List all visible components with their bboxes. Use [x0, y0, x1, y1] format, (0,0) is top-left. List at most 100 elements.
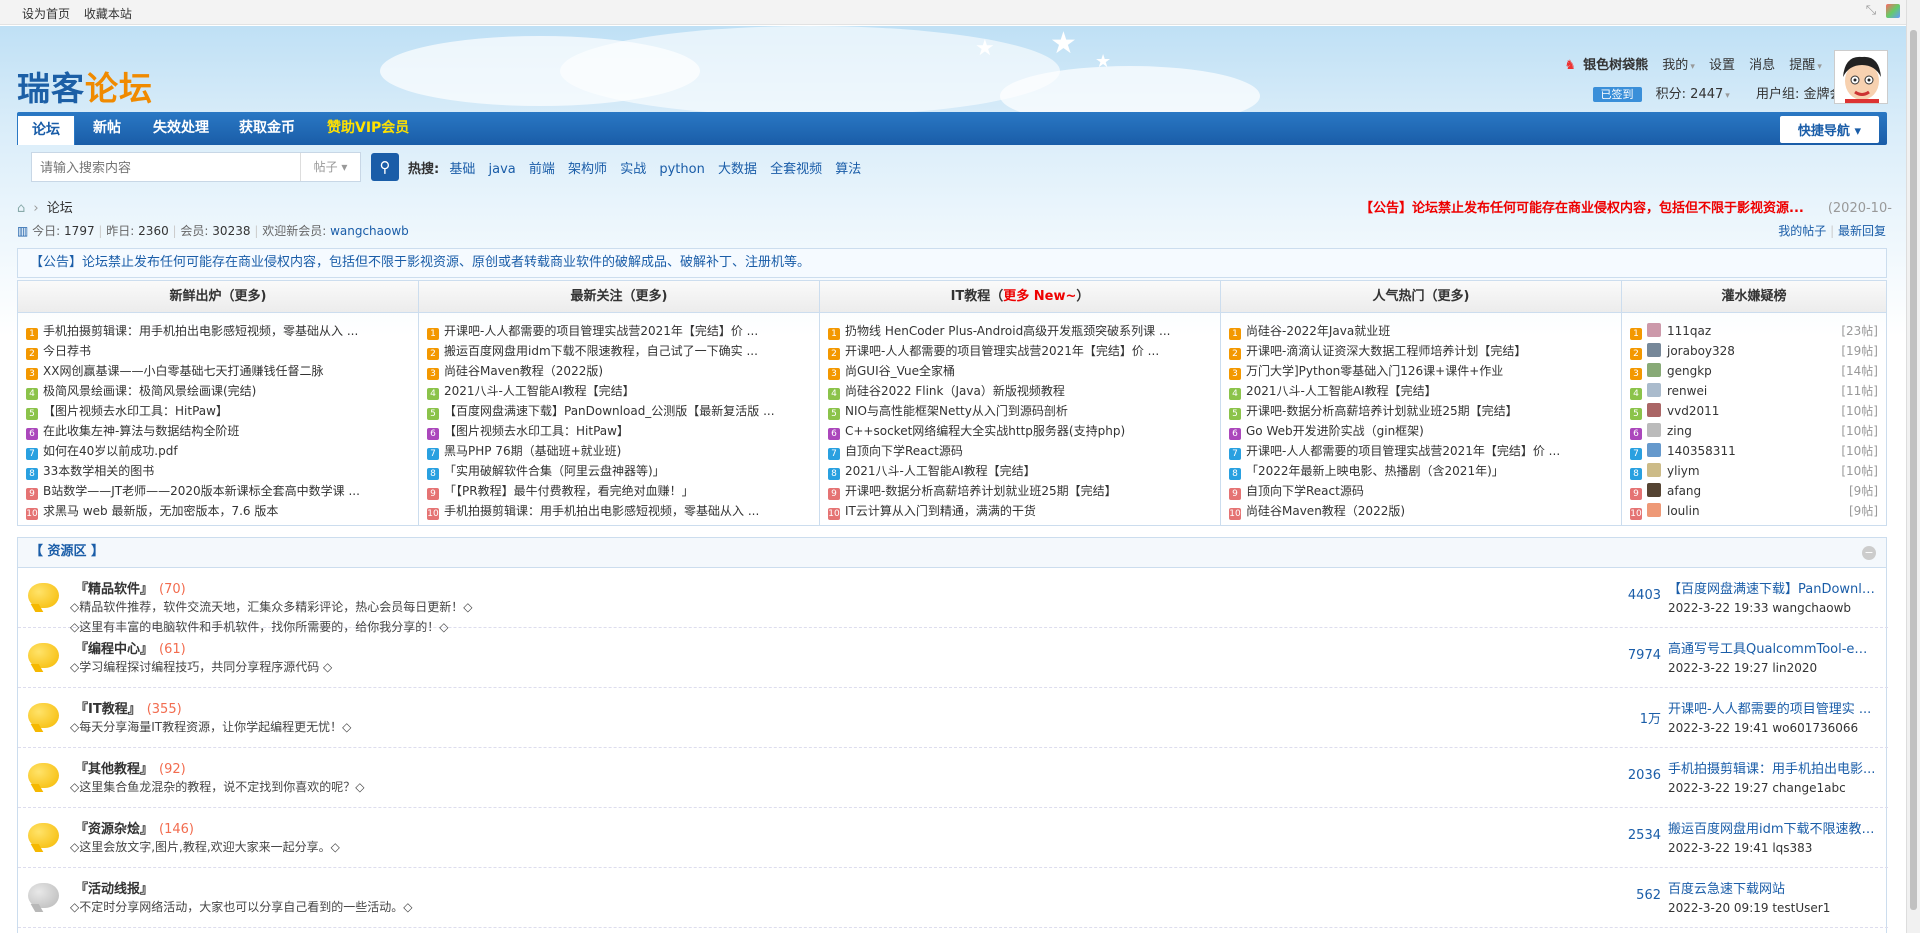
col-title[interactable]: 新鲜出炉（更多)	[18, 281, 418, 313]
thread-link[interactable]: 2 搬运百度网盘用idm下载不限速教程，自己试了一下确实 ...	[427, 341, 819, 361]
thread-link[interactable]: 1 扔物线 HenCoder Plus-Android高级开发瓶颈突破系列课 ..…	[828, 321, 1220, 341]
thread-link[interactable]: 6 【图片视频去水印工具：HitPaw】	[427, 421, 819, 441]
search-type-select[interactable]: 帖子 ▾	[300, 153, 360, 181]
leaderboard-item[interactable]: 2 joraboy328 [19帖]	[1630, 341, 1886, 361]
user-avatar[interactable]	[1647, 443, 1661, 457]
thread-link[interactable]: 6 C++socket网络编程大全实战http服务器(支持php)	[828, 421, 1220, 441]
messages-link[interactable]: 消息	[1749, 58, 1775, 73]
site-logo[interactable]: 瑞客论坛	[17, 62, 153, 110]
leaderboard-item[interactable]: 8 yliym [10帖]	[1630, 461, 1886, 481]
thread-link[interactable]: 2 开课吧-人人都需要的项目管理实战营2021年【完结】价 ...	[828, 341, 1220, 361]
leaderboard-item[interactable]: 1 111qaz [23帖]	[1630, 321, 1886, 341]
thread-link[interactable]: 7 自顶向下学React源码	[828, 441, 1220, 461]
thread-link[interactable]: 9 B站数学——JT老师——2020版本新课标全套高中数学课 ...	[26, 481, 418, 501]
section-title[interactable]: 【 资源区 】	[18, 538, 1886, 568]
leaderboard-item[interactable]: 6 zing [10帖]	[1630, 421, 1886, 441]
home-icon[interactable]: ⌂	[17, 201, 25, 216]
hot-link[interactable]: 架构师	[568, 162, 607, 177]
hot-link[interactable]: 实战	[620, 162, 646, 177]
my-menu[interactable]: 我的	[1662, 58, 1688, 73]
scrollbar[interactable]	[1906, 0, 1920, 933]
nav-gold[interactable]: 获取金币	[239, 112, 295, 145]
nav-vip[interactable]: 赞助VIP会员	[327, 112, 409, 145]
latest-replies-link[interactable]: 最新回复	[1838, 224, 1886, 238]
thread-link[interactable]: 2 今日荐书	[26, 341, 418, 361]
last-post-meta[interactable]: 2022-3-22 19:41 wo601736066	[1668, 721, 1878, 735]
thread-link[interactable]: 10 求黑马 web 最新版，无加密版本，7.6 版本	[26, 501, 418, 521]
thread-link[interactable]: 6 在此收集左神-算法与数据结构全阶班	[26, 421, 418, 441]
thread-link[interactable]: 9 「【PR教程】最牛付费教程，看完绝对血赚！」	[427, 481, 819, 501]
thread-link[interactable]: 4 极简风景绘画课：极简风景绘画课(完结)	[26, 381, 418, 401]
thread-link[interactable]: 3 XX网创赢基课——小白零基础七天打通赚钱任督二脉	[26, 361, 418, 381]
last-post-link[interactable]: 高通写号工具QualcommTool-eMM...	[1668, 638, 1878, 657]
thread-link[interactable]: 6 Go Web开发进阶实战（gin框架)	[1229, 421, 1621, 441]
nav-new-posts[interactable]: 新帖	[93, 112, 121, 145]
newest-member-link[interactable]: wangchaowb	[330, 224, 409, 238]
nav-invalid[interactable]: 失效处理	[153, 112, 209, 145]
forum-bubble-icon[interactable]	[28, 823, 59, 848]
thread-link[interactable]: 9 开课吧-数据分析高薪培养计划就业班25期【完结】	[828, 481, 1220, 501]
last-post-link[interactable]: 百度云急速下载网站	[1668, 878, 1878, 897]
forum-name[interactable]: 『资源杂烩』 (146)	[75, 818, 194, 837]
user-avatar[interactable]	[1647, 483, 1661, 497]
settings-link[interactable]: 设置	[1709, 58, 1735, 73]
leaderboard-item[interactable]: 4 renwei [11帖]	[1630, 381, 1886, 401]
thread-link[interactable]: 8 2021八斗-人工智能AI教程【完结】	[828, 461, 1220, 481]
last-post-meta[interactable]: 2022-3-22 19:41 lqs383	[1668, 841, 1878, 855]
col-title[interactable]: 人气热门（更多)	[1221, 281, 1621, 313]
forum-name[interactable]: 『精品软件』 (70)	[75, 578, 186, 597]
thread-link[interactable]: 7 开课吧-人人都需要的项目管理实战营2021年【完结】价 ...	[1229, 441, 1621, 461]
points-label[interactable]: 积分: 2447	[1656, 87, 1724, 102]
user-avatar[interactable]	[1647, 363, 1661, 377]
thread-link[interactable]: 7 黑马PHP 76期（基础班+就业班)	[427, 441, 819, 461]
thread-link[interactable]: 5 【图片视频去水印工具：HitPaw】	[26, 401, 418, 421]
hot-link[interactable]: java	[489, 162, 516, 177]
hot-link[interactable]: python	[659, 162, 704, 177]
forum-bubble-icon[interactable]	[28, 883, 59, 908]
leaderboard-item[interactable]: 7 140358311 [10帖]	[1630, 441, 1886, 461]
collapse-icon[interactable]: −	[1862, 546, 1876, 560]
avatar[interactable]	[1834, 50, 1888, 104]
hot-link[interactable]: 大数据	[718, 162, 757, 177]
last-post-meta[interactable]: 2022-3-22 19:27 change1abc	[1668, 781, 1878, 795]
thread-link[interactable]: 5 NIO与高性能框架Netty从入门到源码剖析	[828, 401, 1220, 421]
shrink-icon[interactable]: ⤡	[1864, 4, 1878, 18]
last-post-link[interactable]: 开课吧-人人都需要的项目管理实 ...	[1668, 698, 1878, 717]
my-posts-link[interactable]: 我的帖子	[1778, 224, 1826, 238]
forum-bubble-icon[interactable]	[28, 703, 59, 728]
thread-link[interactable]: 8 「2022年最新上映电影、热播剧（含2021年)」	[1229, 461, 1621, 481]
search-button[interactable]: ⚲	[371, 153, 399, 181]
hot-link[interactable]: 算法	[835, 162, 861, 177]
user-avatar[interactable]	[1647, 423, 1661, 437]
thread-link[interactable]: 8 33本数学相关的图书	[26, 461, 418, 481]
thread-link[interactable]: 1 手机拍摄剪辑课：用手机拍出电影感短视频，零基础从入 ...	[26, 321, 418, 341]
thread-link[interactable]: 1 开课吧-人人都需要的项目管理实战营2021年【完结】价 ...	[427, 321, 819, 341]
nav-forum[interactable]: 论坛	[17, 115, 75, 145]
signed-badge[interactable]: 已签到	[1592, 87, 1642, 102]
search-input[interactable]	[32, 153, 300, 181]
bookmark-link[interactable]: 收藏本站	[84, 7, 132, 21]
forum-name[interactable]: 『编程中心』 (61)	[75, 638, 186, 657]
forum-bubble-icon[interactable]	[28, 643, 59, 668]
thread-link[interactable]: 1 尚硅谷-2022年Java就业班	[1229, 321, 1621, 341]
thread-link[interactable]: 3 尚GUI谷_Vue全家桶	[828, 361, 1220, 381]
forum-name[interactable]: 『其他教程』 (92)	[75, 758, 186, 777]
thread-link[interactable]: 7 如何在40岁以前成功.pdf	[26, 441, 418, 461]
hot-link[interactable]: 前端	[529, 162, 555, 177]
thread-link[interactable]: 10 IT云计算从入门到精通，满满的干货	[828, 501, 1220, 521]
thread-link[interactable]: 2 开课吧-滴滴认证资深大数据工程师培养计划【完结】	[1229, 341, 1621, 361]
forum-bubble-icon[interactable]	[28, 583, 59, 608]
thread-link[interactable]: 3 尚硅谷Maven教程（2022版)	[427, 361, 819, 381]
thread-link[interactable]: 3 万门大学]Python零基础入门126课+课件+作业	[1229, 361, 1621, 381]
user-avatar[interactable]	[1647, 503, 1661, 517]
breadcrumb-current[interactable]: 论坛	[47, 201, 73, 216]
user-avatar[interactable]	[1647, 323, 1661, 337]
theme-icon[interactable]	[1886, 4, 1900, 18]
thread-link[interactable]: 9 自顶向下学React源码	[1229, 481, 1621, 501]
thread-link[interactable]: 5 开课吧-数据分析高薪培养计划就业班25期【完结】	[1229, 401, 1621, 421]
leaderboard-item[interactable]: 5 vvd2011 [10帖]	[1630, 401, 1886, 421]
thread-link[interactable]: 4 2021八斗-人工智能AI教程【完结】	[1229, 381, 1621, 401]
last-post-link[interactable]: 搬运百度网盘用idm下载不限速教 ...	[1668, 818, 1878, 837]
thread-link[interactable]: 10 尚硅谷Maven教程（2022版)	[1229, 501, 1621, 521]
username[interactable]: 银色树袋熊	[1583, 58, 1648, 73]
